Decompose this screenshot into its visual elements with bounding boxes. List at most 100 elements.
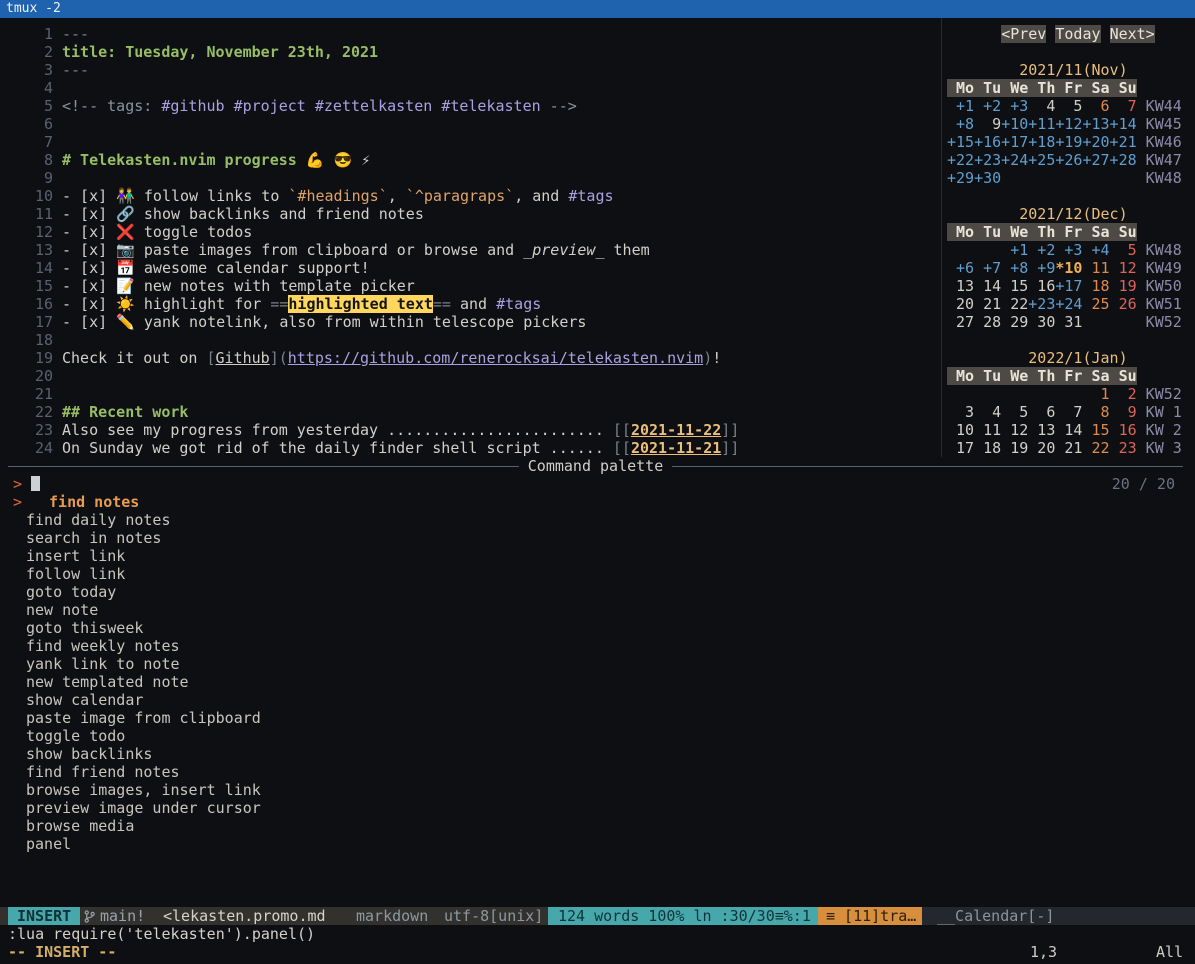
sat-segment[interactable]: 11 <box>1082 259 1109 277</box>
palette-item[interactable]: yank link to note <box>8 655 1183 673</box>
palette-prompt[interactable]: > 20 / 20 <box>8 475 1183 493</box>
palette-item[interactable]: find weekly notes <box>8 637 1183 655</box>
cb-segment[interactable]: +17 <box>1055 277 1082 295</box>
cd-segment[interactable]: 27 28 29 30 31 <box>947 313 1137 331</box>
text-cursor <box>31 476 40 491</box>
palette-item[interactable]: new templated note <box>8 673 1183 691</box>
sat-segment[interactable]: 1 <box>1082 385 1109 403</box>
cd-segment[interactable] <box>947 241 1001 259</box>
cb-segment[interactable]: +23+24 <box>1028 295 1082 313</box>
sun-segment[interactable]: 5 <box>1110 241 1137 259</box>
palette-selected-item[interactable]: >find notes <box>8 493 1183 511</box>
sun-segment[interactable]: 23 <box>1110 439 1137 457</box>
emo-segment: ☀️ <box>116 295 135 313</box>
palette-item[interactable]: show calendar <box>8 691 1183 709</box>
dim-segment: [[ <box>613 421 631 439</box>
dots-segment: ........................ <box>387 421 613 439</box>
line-number: 9 <box>8 169 53 187</box>
palette-item[interactable]: panel <box>8 835 1183 853</box>
cd-segment[interactable]: 17 18 19 20 21 <box>947 439 1082 457</box>
chip-segment[interactable]: Today <box>1055 25 1100 43</box>
line-number: 13 <box>8 241 53 259</box>
hdr-segment: Mo Tu We Th Fr Sa Su <box>947 367 1137 385</box>
line-number: 18 <box>8 331 53 349</box>
sat-segment[interactable]: 18 <box>1082 277 1109 295</box>
cd-segment[interactable] <box>1001 169 1136 187</box>
command-line[interactable]: :lua require('telekasten').panel() <box>8 925 315 943</box>
txt-segment: and <box>451 295 496 313</box>
cd-segment[interactable]: 10 11 12 13 14 <box>947 421 1082 439</box>
palette-item[interactable]: preview image under cursor <box>8 799 1183 817</box>
date-segment: 2021-11-22 <box>631 421 721 439</box>
chip-segment[interactable]: Next> <box>1110 25 1155 43</box>
emo-segment: 👫 <box>116 187 135 205</box>
palette-item[interactable]: toggle todo <box>8 727 1183 745</box>
cb-segment[interactable]: +15+16+17+18+19+20+21 <box>947 133 1137 151</box>
editor-line: 17- [x] ✏️ yank notelink, also from with… <box>8 313 933 331</box>
sun-segment[interactable]: 2 <box>1110 385 1137 403</box>
code-segment: `^paragraps` <box>406 187 514 205</box>
cb-segment[interactable]: +29+30 <box>947 169 1001 187</box>
cb-segment[interactable]: +10+11+12+13+14 <box>1001 115 1136 133</box>
cd-segment[interactable]: 20 21 22 <box>947 295 1028 313</box>
cd-segment[interactable]: 13 14 15 16 <box>947 277 1055 295</box>
palette-item[interactable]: goto today <box>8 583 1183 601</box>
txt-segment: - [x] <box>62 241 116 259</box>
cb-segment[interactable]: +8 <box>947 115 974 133</box>
cb-segment[interactable]: +6 +7 +8 +9 <box>947 259 1055 277</box>
palette-item[interactable]: goto thisweek <box>8 619 1183 637</box>
sun-segment[interactable]: 26 <box>1110 295 1137 313</box>
sun-segment[interactable]: 9 <box>1110 403 1137 421</box>
cd-segment[interactable] <box>947 385 1082 403</box>
palette-item[interactable]: new note <box>8 601 1183 619</box>
emo-segment: 🔗 <box>116 205 135 223</box>
kw-segment: KW45 <box>1137 115 1182 133</box>
cb-segment[interactable]: +1 +2 +3 <box>947 97 1028 115</box>
dim-segment: ) <box>703 349 712 367</box>
sat-segment[interactable]: 15 <box>1082 421 1109 439</box>
cd-segment[interactable] <box>1101 25 1110 43</box>
editor-pane[interactable]: 1---2title: Tuesday, November 23th, 2021… <box>8 25 933 457</box>
selected-item-label: find notes <box>22 493 139 511</box>
sat-segment[interactable]: 8 <box>1082 403 1109 421</box>
palette-item[interactable]: find friend notes <box>8 763 1183 781</box>
sun-segment[interactable]: 7 <box>1110 97 1137 115</box>
palette-item[interactable]: browse media <box>8 817 1183 835</box>
sat-segment[interactable]: 6 <box>1082 97 1109 115</box>
chip-segment[interactable]: <Prev <box>1001 25 1046 43</box>
com-segment <box>306 97 315 115</box>
line-number: 2 <box>8 43 53 61</box>
cb-segment[interactable]: +1 +2 +3 +4 <box>1001 241 1109 259</box>
line-number: 20 <box>8 367 53 385</box>
palette-item[interactable]: browse images, insert link <box>8 781 1183 799</box>
encoding: utf-8[unix] <box>444 907 543 925</box>
editor-line: 6 <box>8 115 933 133</box>
palette-item[interactable]: paste image from clipboard <box>8 709 1183 727</box>
calendar-statusline: __Calendar[-] <box>922 907 1195 925</box>
calendar-line: Mo Tu We Th Fr Sa Su <box>947 79 1182 97</box>
cd-segment[interactable]: 3 4 5 6 7 <box>947 403 1082 421</box>
cd-segment[interactable]: 4 5 <box>1028 97 1082 115</box>
com-segment <box>432 97 441 115</box>
cd-segment[interactable]: 9 <box>974 115 1001 133</box>
palette-item[interactable]: search in notes <box>8 529 1183 547</box>
tod-segment[interactable]: *10 <box>1055 259 1082 277</box>
calendar-pane[interactable]: <Prev Today Next> 2021/11(Nov) Mo Tu We … <box>947 25 1182 457</box>
sat-segment[interactable]: 25 <box>1082 295 1109 313</box>
cursor-position: 1,3 <box>1030 943 1057 961</box>
txt-segment: - [x] <box>62 259 116 277</box>
sat-segment[interactable]: 22 <box>1082 439 1109 457</box>
palette-item[interactable]: insert link <box>8 547 1183 565</box>
ttl-segment: 2021/11(Nov) <box>1019 61 1127 79</box>
palette-item[interactable]: find daily notes <box>8 511 1183 529</box>
filename: <lekasten.promo.md <box>163 907 326 925</box>
sun-segment[interactable]: 19 <box>1110 277 1137 295</box>
dim-segment: == <box>270 295 288 313</box>
cb-segment[interactable]: +22+23+24+25+26+27+28 <box>947 151 1137 169</box>
url-segment: https://github.com/renerocksai/telekaste… <box>288 349 703 367</box>
palette-item[interactable]: follow link <box>8 565 1183 583</box>
palette-item[interactable]: show backlinks <box>8 745 1183 763</box>
sun-segment[interactable]: 16 <box>1110 421 1137 439</box>
sun-segment[interactable]: 12 <box>1110 259 1137 277</box>
line-number: 6 <box>8 115 53 133</box>
